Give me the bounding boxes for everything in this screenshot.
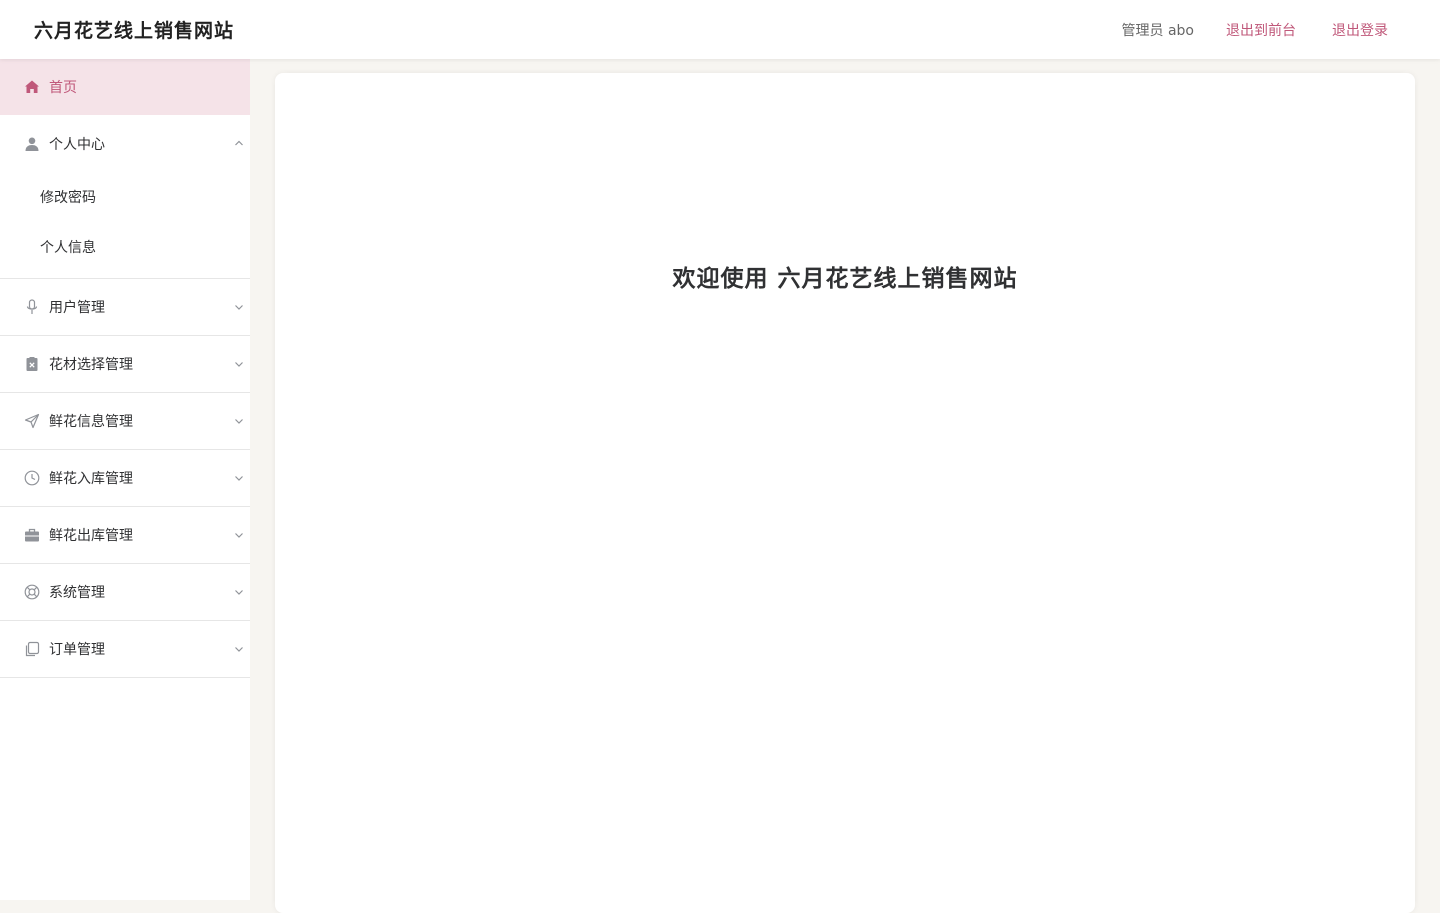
send-icon (24, 413, 40, 429)
chevron-down-icon (234, 528, 244, 538)
home-icon (24, 79, 40, 95)
admin-label: 管理员 abo (1121, 23, 1194, 39)
copy-icon (24, 641, 40, 657)
top-header: 六月花艺线上销售网站 管理员 abo 退出到前台 退出登录 (0, 0, 1440, 59)
sidebar-item-label: 个人中心 (49, 136, 105, 153)
sidebar-item-flower-inbound-management[interactable]: 鲜花入库管理 (0, 450, 250, 507)
user-icon (24, 136, 40, 152)
sidebar-item-profile-center[interactable]: 个人中心 (0, 115, 250, 172)
welcome-heading: 欢迎使用 六月花艺线上销售网站 (672, 266, 1018, 292)
chevron-up-icon (234, 136, 244, 146)
chevron-down-icon (234, 357, 244, 367)
header-actions: 管理员 abo 退出到前台 退出登录 (1122, 20, 1388, 40)
chevron-down-icon (234, 585, 244, 595)
sidebar-item-label: 鲜花信息管理 (49, 414, 133, 430)
briefcase-icon (24, 527, 40, 543)
chevron-down-icon (234, 471, 244, 481)
sidebar-item-flower-outbound-management[interactable]: 鲜花出库管理 (0, 507, 250, 564)
clock-icon (24, 470, 40, 486)
sidebar-item-order-management[interactable]: 订单管理 (0, 621, 250, 678)
microphone-icon (24, 299, 40, 315)
sidebar-item-label: 花材选择管理 (49, 357, 133, 373)
sidebar-item-flower-info-management[interactable]: 鲜花信息管理 (0, 393, 250, 450)
sidebar-subitem-personal-info[interactable]: 个人信息 (0, 222, 250, 272)
back-to-front-link[interactable]: 退出到前台 (1226, 20, 1296, 40)
sidebar: 首页 个人中心 修改密码 个人信息 用户管理 花材选择管理 鲜花信息管理 鲜花入… (0, 59, 250, 900)
sidebar-item-label: 鲜花出库管理 (49, 528, 133, 544)
chevron-down-icon (234, 300, 244, 310)
sidebar-item-system-management[interactable]: 系统管理 (0, 564, 250, 621)
lifebuoy-icon (24, 584, 40, 600)
sidebar-subitem-change-password[interactable]: 修改密码 (0, 172, 250, 222)
sidebar-item-label: 订单管理 (49, 642, 105, 658)
sidebar-item-home[interactable]: 首页 (0, 59, 250, 115)
logout-link[interactable]: 退出登录 (1332, 20, 1388, 40)
sidebar-item-label: 用户管理 (49, 300, 105, 316)
site-title: 六月花艺线上销售网站 (34, 20, 235, 42)
clipboard-x-icon (24, 356, 40, 372)
sidebar-item-label: 鲜花入库管理 (49, 471, 133, 487)
chevron-down-icon (234, 642, 244, 652)
sidebar-item-flower-material-management[interactable]: 花材选择管理 (0, 336, 250, 393)
main-content-card: 欢迎使用 六月花艺线上销售网站 (275, 73, 1415, 913)
profile-submenu: 修改密码 个人信息 (0, 172, 250, 279)
chevron-down-icon (234, 414, 244, 424)
sidebar-item-label: 首页 (49, 80, 77, 96)
sidebar-item-user-management[interactable]: 用户管理 (0, 279, 250, 336)
sidebar-item-label: 系统管理 (49, 585, 105, 601)
